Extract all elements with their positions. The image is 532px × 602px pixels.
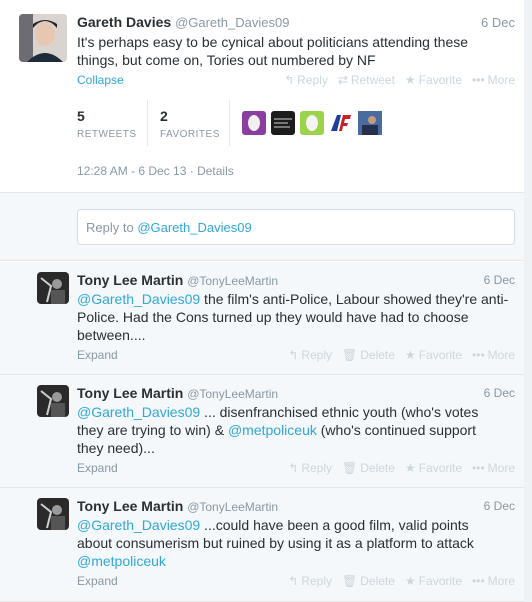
reply-action[interactable]: ↰ Reply xyxy=(288,574,332,588)
scroll-edge xyxy=(524,0,532,602)
reply-tweet-2[interactable]: Tony Lee Martin @TonyLeeMartin 6 Dec @Ga… xyxy=(0,375,532,488)
delete-action[interactable]: 🗑 Delete xyxy=(342,348,395,362)
reply-name[interactable]: Tony Lee Martin xyxy=(77,498,183,514)
reply-handle[interactable]: @TonyLeeMartin xyxy=(187,500,278,514)
reply-icon: ↰ xyxy=(288,574,299,588)
details-link[interactable]: Details xyxy=(197,164,234,178)
reply-text: @Gareth_Davies09 the film's anti-Police,… xyxy=(77,291,509,343)
main-tweet-header: Gareth Davies @Gareth_Davies09 xyxy=(77,14,289,30)
more-action[interactable]: ••• More xyxy=(472,574,515,588)
more-icon: ••• xyxy=(472,73,485,87)
tweet-meta: 12:28 AM - 6 Dec 13 · Details xyxy=(77,164,234,178)
more-action[interactable]: ••• More xyxy=(472,348,515,362)
main-tweet: Gareth Davies @Gareth_Davies09 6 Dec It'… xyxy=(0,0,532,193)
reply-input[interactable]: Reply to @Gareth_Davies09 xyxy=(77,209,515,245)
trash-icon: 🗑 xyxy=(342,574,358,588)
tony-avatar[interactable] xyxy=(37,498,69,530)
reply-header: Tony Lee Martin @TonyLeeMartin xyxy=(77,272,278,288)
green-egg-avatar[interactable] xyxy=(300,111,324,135)
reply-actions: ↰ Reply 🗑 Delete ★ Favorite ••• More xyxy=(288,461,515,475)
star-icon: ★ xyxy=(404,574,416,588)
reply-mention: @Gareth_Davies09 xyxy=(137,220,252,235)
reply-name[interactable]: Tony Lee Martin xyxy=(77,385,183,401)
reply-handle[interactable]: @TonyLeeMartin xyxy=(187,387,278,401)
main-tweet-handle[interactable]: @Gareth_Davies09 xyxy=(175,15,289,30)
favorites-label: FAVORITES xyxy=(160,129,220,140)
reply-text: @Gareth_Davies09 ...could have been a go… xyxy=(77,517,474,569)
main-tweet-text: It's perhaps easy to be cynical about po… xyxy=(77,34,469,68)
metpolice-mention-link[interactable]: @metpoliceuk xyxy=(77,553,166,569)
reply-actions: ↰ Reply 🗑 Delete ★ Favorite ••• More xyxy=(288,348,515,362)
reply-header: Tony Lee Martin @TonyLeeMartin xyxy=(77,385,278,401)
reply-area: Reply to @Gareth_Davies09 xyxy=(0,193,532,261)
more-icon: ••• xyxy=(472,461,485,475)
expand-link[interactable]: Expand xyxy=(77,461,118,475)
more-icon: ••• xyxy=(472,574,485,588)
favorite-action[interactable]: ★ Favorite xyxy=(405,73,462,87)
expand-link[interactable]: Expand xyxy=(77,348,118,362)
favoriter-avatars xyxy=(242,100,382,146)
main-tweet-actions: ↰ Reply ⇄ Retweet ★ Favorite ••• More xyxy=(284,73,515,87)
tony-avatar[interactable] xyxy=(37,385,69,417)
star-icon: ★ xyxy=(404,461,416,475)
tweet-stats: 5 RETWEETS 2 FAVORITES xyxy=(77,100,382,146)
more-action[interactable]: ••• More xyxy=(472,73,515,87)
reply-date[interactable]: 6 Dec xyxy=(484,273,515,287)
reply-action[interactable]: ↰ Reply xyxy=(284,73,328,87)
favorite-action[interactable]: ★ Favorite xyxy=(405,461,462,475)
trash-icon: 🗑 xyxy=(342,461,358,475)
retweets-label: RETWEETS xyxy=(77,129,137,140)
reply-mention-link[interactable]: @Gareth_Davies09 xyxy=(77,291,200,307)
photo-avatar[interactable] xyxy=(358,111,382,135)
reply-mention-link[interactable]: @Gareth_Davies09 xyxy=(77,517,200,533)
reply-mention-link[interactable]: @Gareth_Davies09 xyxy=(77,404,200,420)
reply-tweet-3[interactable]: Tony Lee Martin @TonyLeeMartin 6 Dec @Ga… xyxy=(0,488,532,602)
metpolice-mention-link[interactable]: @metpoliceuk xyxy=(228,422,317,438)
reply-text: @Gareth_Davies09 ... disenfranchised eth… xyxy=(77,404,479,456)
main-tweet-name[interactable]: Gareth Davies xyxy=(77,14,171,30)
star-icon: ★ xyxy=(404,348,416,362)
dark-text-avatar[interactable] xyxy=(271,111,295,135)
favorite-action[interactable]: ★ Favorite xyxy=(405,348,462,362)
gareth-avatar[interactable] xyxy=(19,14,67,62)
retweet-action[interactable]: ⇄ Retweet xyxy=(338,73,395,87)
reply-icon: ↰ xyxy=(288,348,299,362)
reply-action[interactable]: ↰ Reply xyxy=(288,461,332,475)
trash-icon: 🗑 xyxy=(342,348,358,362)
collapse-link[interactable]: Collapse xyxy=(77,73,124,87)
retweets-stat[interactable]: 5 RETWEETS xyxy=(77,100,148,146)
tony-avatar[interactable] xyxy=(37,272,69,304)
retweets-count: 5 xyxy=(77,108,85,124)
tweet-timestamp[interactable]: 12:28 AM - 6 Dec 13 xyxy=(77,164,186,178)
favorites-stat[interactable]: 2 FAVORITES xyxy=(160,100,230,146)
reply-tweet-1[interactable]: Tony Lee Martin @TonyLeeMartin 6 Dec @Ga… xyxy=(0,262,532,375)
delete-action[interactable]: 🗑 Delete xyxy=(342,574,395,588)
reply-name[interactable]: Tony Lee Martin xyxy=(77,272,183,288)
star-icon: ★ xyxy=(404,73,416,87)
reply-date[interactable]: 6 Dec xyxy=(484,386,515,400)
nf-logo-avatar[interactable] xyxy=(329,111,353,135)
reply-actions: ↰ Reply 🗑 Delete ★ Favorite ••• More xyxy=(288,574,515,588)
reply-action[interactable]: ↰ Reply xyxy=(288,348,332,362)
reply-icon: ↰ xyxy=(288,461,299,475)
more-action[interactable]: ••• More xyxy=(472,461,515,475)
purple-egg-avatar[interactable] xyxy=(242,111,266,135)
more-icon: ••• xyxy=(472,348,485,362)
reply-date[interactable]: 6 Dec xyxy=(484,499,515,513)
reply-handle[interactable]: @TonyLeeMartin xyxy=(187,274,278,288)
expand-link[interactable]: Expand xyxy=(77,574,118,588)
main-tweet-date[interactable]: 6 Dec xyxy=(481,15,515,30)
reply-header: Tony Lee Martin @TonyLeeMartin xyxy=(77,498,278,514)
retweet-icon: ⇄ xyxy=(337,73,348,87)
delete-action[interactable]: 🗑 Delete xyxy=(342,461,395,475)
favorite-action[interactable]: ★ Favorite xyxy=(405,574,462,588)
favorites-count: 2 xyxy=(160,108,168,124)
reply-icon: ↰ xyxy=(284,73,295,87)
